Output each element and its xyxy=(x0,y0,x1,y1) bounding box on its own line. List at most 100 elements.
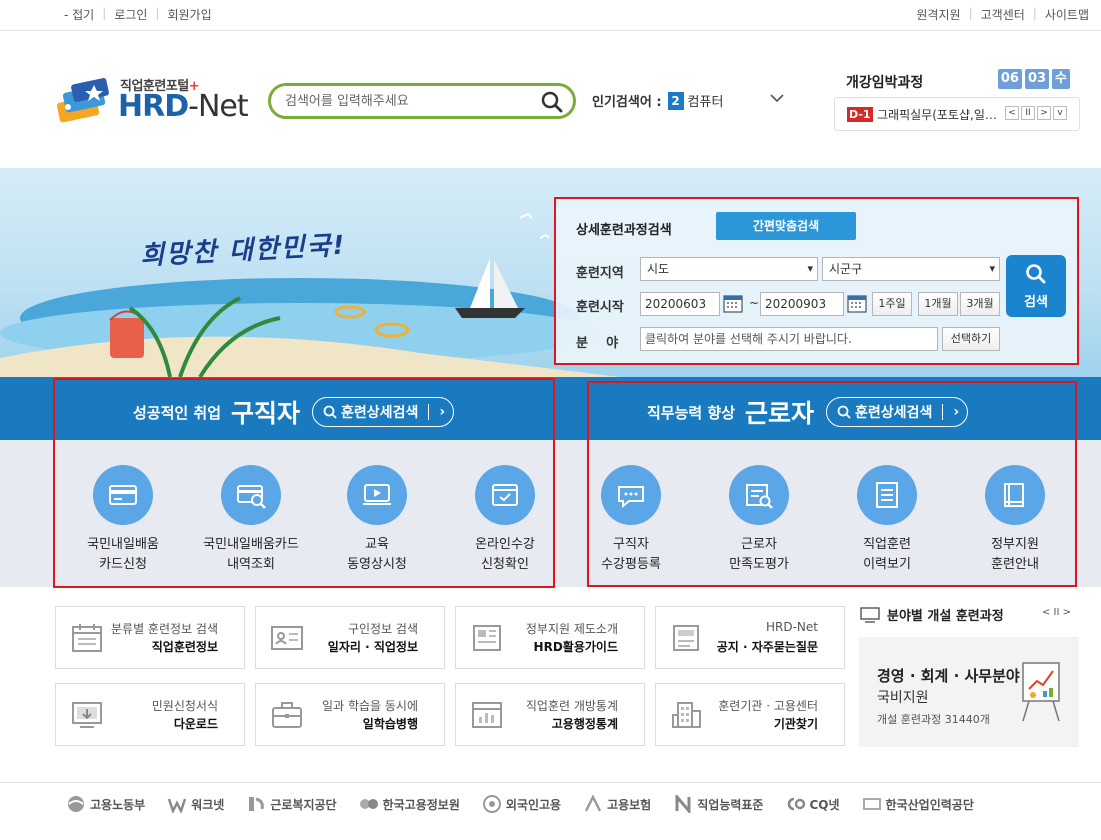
org-name: 워크넷 xyxy=(191,797,225,812)
choose-field-button[interactable]: 선택하기 xyxy=(942,327,1000,351)
search-icon xyxy=(837,405,851,419)
upcoming-course-item[interactable]: D-1 그래픽실무(포토샵,일러스트) < II > v xyxy=(834,97,1080,131)
field-courses-widget: 분야별 개설 훈련과정 < II > 경영 · 회계 · 사무분야 국비지원 개… xyxy=(859,603,1079,747)
stats-icon xyxy=(472,702,502,728)
quicklink-training-info[interactable]: 분류별 훈련정보 검색 직업훈련정보 xyxy=(55,606,245,669)
advanced-search-button[interactable]: 검색 xyxy=(1006,255,1066,317)
separator: | xyxy=(968,6,973,20)
period-1week-button[interactable]: 1주일 xyxy=(872,292,912,316)
org-name: 한국산업인력공단 xyxy=(885,797,974,812)
field-course-card[interactable]: 경영 · 회계 · 사무분야 국비지원 개설 훈련과정 31440개 xyxy=(859,637,1079,747)
search-icon[interactable] xyxy=(541,91,563,113)
org-link-hrdk[interactable]: 한국산업인력공단 xyxy=(862,795,974,813)
org-name: 직업능력표준 xyxy=(697,797,764,812)
prev-button[interactable]: < xyxy=(1005,106,1019,120)
jobseeker-detail-search-button[interactable]: 훈련상세검색 › xyxy=(312,397,455,427)
period-3month-button[interactable]: 3개월 xyxy=(960,292,1000,316)
field-course-support: 국비지원 xyxy=(877,690,929,706)
popular-keyword[interactable]: 컴퓨터 xyxy=(688,91,724,110)
tile-label-line2: 내역조회 xyxy=(227,557,275,572)
tile-training-history[interactable]: 직업훈련 이력보기 xyxy=(823,465,951,575)
login-link[interactable]: 로그인 xyxy=(114,6,147,23)
org-logo-icon xyxy=(359,799,378,809)
org-link-ncs[interactable]: 직업능력표준 xyxy=(673,795,763,813)
card-icon xyxy=(93,465,153,525)
org-logo-icon xyxy=(68,796,84,812)
start-date-from-input[interactable]: 20200603 xyxy=(640,292,720,316)
tile-label-line2: 훈련안내 xyxy=(991,557,1039,572)
advanced-search-button-label: 검색 xyxy=(1024,295,1048,310)
org-logo-icon xyxy=(675,795,691,813)
expand-button[interactable]: v xyxy=(1053,106,1067,120)
tile-card-apply[interactable]: 국민내일배움 카드신청 xyxy=(59,465,187,575)
org-link-cqnet[interactable]: CQ넷 xyxy=(785,795,840,813)
field-courses-controls[interactable]: < II > xyxy=(1042,607,1071,618)
district-select[interactable]: 시군구 xyxy=(822,257,1000,281)
site-header: 직업훈련포털+ HRD-Net 인기검색어 : 2 컴퓨터 개강임박과정 06 … xyxy=(0,31,1101,168)
org-name: 고용보험 xyxy=(607,797,652,812)
org-link-moel[interactable]: 고용노동부 xyxy=(66,795,145,813)
quicklink-work-learning[interactable]: 일과 학습을 동시에 일학습병행 xyxy=(255,683,445,746)
tile-online-check[interactable]: 온라인수강 신청확인 xyxy=(441,465,569,575)
calendar-icon[interactable] xyxy=(722,292,744,314)
tile-label-line1: 국민내일배움 xyxy=(87,537,159,552)
id-card-icon xyxy=(271,626,303,650)
quick-search-button[interactable]: 간편맞춤검색 xyxy=(716,212,856,240)
logo-mark-icon xyxy=(56,78,109,123)
upcoming-course-title[interactable]: 그래픽실무(포토샵,일러스트) xyxy=(877,106,997,123)
jobseeker-panel: 성공적인 취업 구직자 훈련상세검색 › 국민내일배움 카드신청 국민내일배움카… xyxy=(53,378,555,588)
tile-video-watch[interactable]: 교육 동영상시청 xyxy=(313,465,441,575)
period-1month-button[interactable]: 1개월 xyxy=(918,292,958,316)
org-logo-icon xyxy=(168,798,187,813)
hrd-net-logo[interactable]: 직업훈련포털+ HRD-Net xyxy=(54,71,254,127)
tile-gov-support[interactable]: 정부지원 훈련안내 xyxy=(951,465,1079,575)
org-link-eps[interactable]: 외국인고용 xyxy=(482,795,561,813)
customer-center-link[interactable]: 고객센터 xyxy=(981,6,1025,23)
remote-support-link[interactable]: 원격지원 xyxy=(916,6,960,23)
tile-satisfaction-survey[interactable]: 근로자 만족도평가 xyxy=(695,465,823,575)
org-link-comwel[interactable]: 근로복지공단 xyxy=(246,795,337,813)
chevron-right-icon: › xyxy=(428,404,445,420)
quicklink-title: 고용행정통계 xyxy=(551,717,618,731)
quicklink-employment-stats[interactable]: 직업훈련 개방통계 고용행정통계 xyxy=(455,683,645,746)
start-date-to-input[interactable]: 20200903 xyxy=(760,292,844,316)
pause-button[interactable]: II xyxy=(1021,106,1035,120)
quicklink-forms-download[interactable]: 민원신청서식 다운로드 xyxy=(55,683,245,746)
chevron-down-icon[interactable] xyxy=(768,89,786,107)
worker-detail-search-button[interactable]: 훈련상세검색 › xyxy=(826,397,969,427)
org-link-ei[interactable]: 고용보험 xyxy=(583,795,651,813)
quicklink-notice-faq[interactable]: HRD-Net 공지 · 자주묻는질문 xyxy=(655,606,845,669)
tile-label-line2: 만족도평가 xyxy=(729,557,789,572)
province-select[interactable]: 시도 xyxy=(640,257,818,281)
card-search-icon xyxy=(221,465,281,525)
quicklink-title: 공지 · 자주묻는질문 xyxy=(716,640,818,654)
separator: | xyxy=(1032,6,1037,20)
signup-link[interactable]: 회원가입 xyxy=(167,6,211,23)
video-icon xyxy=(347,465,407,525)
quicklink-hrd-guide[interactable]: 정부지원 제도소개 HRD활용가이드 xyxy=(455,606,645,669)
quicklink-find-institution[interactable]: 훈련기관 · 고용센터 기관찾기 xyxy=(655,683,845,746)
tile-label-line1: 국민내일배움카드 xyxy=(203,537,299,552)
main-search-input[interactable] xyxy=(285,92,535,110)
worker-tagline: 직무능력 향상 xyxy=(647,403,736,422)
org-logo-row: 고용노동부 워크넷 근로복지공단 한국고용정보원 외국인고용 고용보험 직업능력… xyxy=(66,795,974,813)
quicklink-sub: 훈련기관 · 고용센터 xyxy=(718,699,818,713)
fold-link[interactable]: - 접기 xyxy=(64,6,94,23)
tile-label-line1: 교육 xyxy=(365,537,389,552)
quicklink-job-info[interactable]: 구인정보 검색 일자리 · 직업정보 xyxy=(255,606,445,669)
tile-card-history[interactable]: 국민내일배움카드 내역조회 xyxy=(187,465,315,575)
tile-label-line2: 이력보기 xyxy=(863,557,911,572)
org-name: CQ넷 xyxy=(809,797,840,812)
chevron-right-icon: › xyxy=(942,404,959,420)
org-link-keis[interactable]: 한국고용정보원 xyxy=(359,795,460,813)
dday-badge: D-1 xyxy=(847,107,873,122)
online-check-icon xyxy=(475,465,535,525)
date-day: 03 xyxy=(1024,69,1050,89)
sitemap-link[interactable]: 사이트맵 xyxy=(1045,6,1089,23)
next-button[interactable]: > xyxy=(1037,106,1051,120)
calendar-icon[interactable] xyxy=(846,292,868,314)
tile-review-register[interactable]: 구직자 수강평등록 xyxy=(567,465,695,575)
org-link-worknet[interactable]: 워크넷 xyxy=(167,795,224,813)
field-select-input[interactable]: 클릭하여 분야를 선택해 주시기 바랍니다. xyxy=(640,327,938,351)
popular-keywords[interactable]: 인기검색어 : 2 컴퓨터 xyxy=(592,91,723,110)
